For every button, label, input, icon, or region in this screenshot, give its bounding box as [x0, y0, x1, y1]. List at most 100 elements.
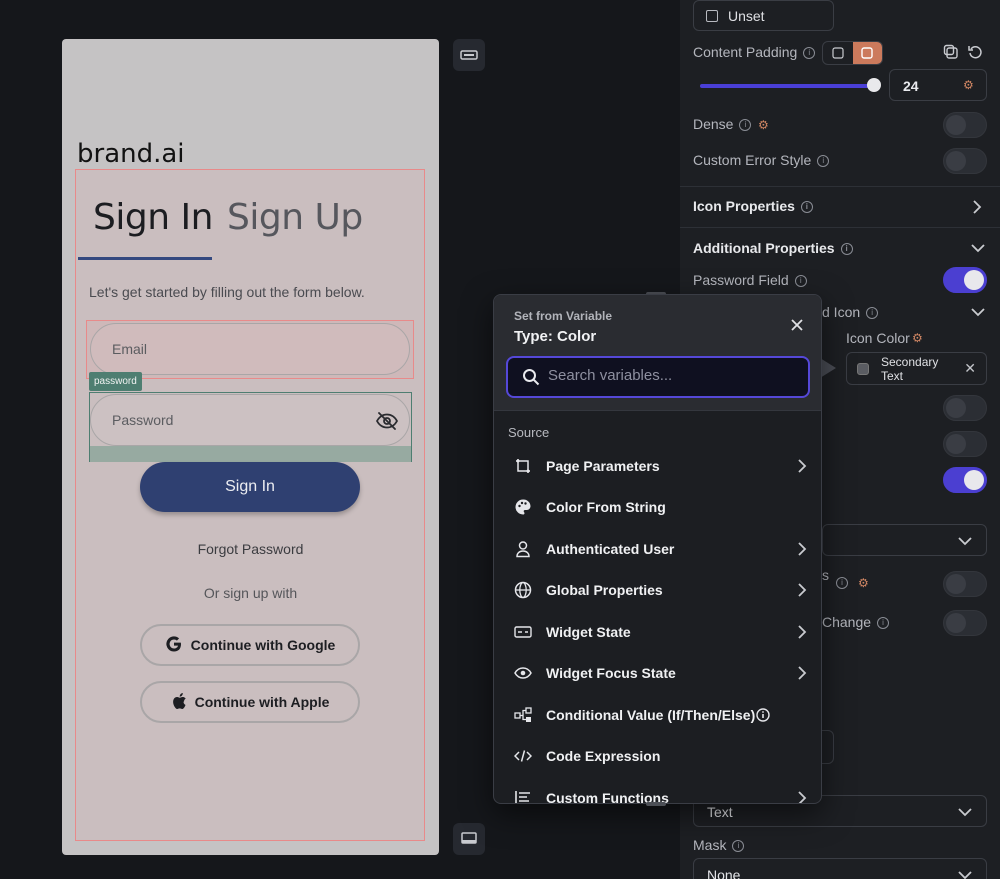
chevron-down-icon [958, 871, 972, 879]
toggle-knob [946, 434, 966, 454]
option-authenticated-user[interactable]: Authenticated User [494, 531, 821, 567]
variable-search-box[interactable] [506, 356, 810, 398]
chevron-down-icon[interactable] [970, 243, 986, 253]
option-widget-state[interactable]: Widget State [494, 614, 821, 650]
tab-sign-up[interactable]: Sign Up [227, 197, 363, 238]
chevron-down-icon[interactable] [970, 307, 986, 317]
info-icon[interactable] [756, 708, 770, 722]
google-icon [165, 635, 183, 656]
code-icon [513, 746, 533, 766]
email-placeholder: Email [112, 341, 148, 357]
info-icon[interactable]: i [817, 155, 830, 168]
partial-dropdown[interactable] [822, 524, 987, 556]
option-custom-functions[interactable]: Custom Functions [494, 780, 821, 803]
option-global-properties[interactable]: Global Properties [494, 572, 821, 608]
option-widget-focus-state[interactable]: Widget Focus State [494, 655, 821, 691]
sign-in-button[interactable]: Sign In [140, 462, 360, 512]
copy-icon[interactable] [943, 44, 959, 60]
property-toggle-4[interactable] [943, 571, 987, 597]
info-icon[interactable]: i [794, 275, 807, 288]
dense-toggle[interactable] [943, 112, 987, 138]
mask-value: None [707, 867, 741, 879]
padding-slider-track[interactable] [700, 84, 874, 88]
option-label: Page Parameters [546, 458, 660, 474]
chevron-right-icon[interactable] [972, 199, 982, 215]
content-padding-label: Content Padding i [693, 44, 816, 60]
tune-icon[interactable]: ⚙ [912, 331, 923, 345]
continue-with-apple-button[interactable]: Continue with Apple [140, 681, 360, 723]
padding-slider-handle[interactable] [867, 78, 881, 92]
property-toggle-5[interactable] [943, 610, 987, 636]
mask-dropdown[interactable]: None [693, 858, 987, 879]
info-icon[interactable]: i [840, 243, 853, 256]
partial-icon-text: d Icon [822, 304, 861, 320]
option-label: Widget State [546, 624, 631, 640]
option-conditional-value[interactable]: Conditional Value (If/Then/Else) [494, 697, 821, 733]
phone-preview: brand.ai Sign In Sign Up Let's get start… [62, 39, 439, 855]
landscape-device-icon [460, 50, 478, 60]
unset-checkbox-row[interactable]: Unset [693, 0, 834, 31]
section-divider [680, 227, 1000, 228]
option-code-expression[interactable]: Code Expression [494, 738, 821, 774]
property-toggle-1[interactable] [943, 395, 987, 421]
clear-icon[interactable]: ✕ [964, 360, 976, 377]
option-page-parameters[interactable]: Page Parameters [494, 448, 821, 484]
padding-mode-toggle[interactable] [822, 41, 883, 65]
popup-title: Type: Color [514, 328, 597, 345]
padding-uniform-option[interactable] [823, 42, 853, 64]
palette-icon [513, 497, 533, 517]
search-input[interactable] [548, 367, 798, 384]
info-icon[interactable]: i [739, 119, 752, 132]
partial-change-text: Change [822, 614, 872, 630]
icon-color-picker[interactable]: Secondary Text ✕ [846, 352, 987, 385]
toggle-knob [946, 613, 966, 633]
globe-icon [513, 580, 533, 600]
password-placeholder: Password [112, 412, 174, 428]
unset-checkbox[interactable] [706, 9, 718, 22]
option-label: Color From String [546, 499, 666, 515]
custom-error-style-label: Custom Error Style i [693, 152, 830, 168]
icon-properties-header[interactable]: Icon Properties i [693, 198, 813, 214]
info-icon[interactable]: i [803, 47, 816, 60]
info-icon[interactable]: i [800, 201, 813, 214]
keyboard-preview-button[interactable] [453, 823, 485, 855]
content-padding-text: Content Padding [693, 44, 798, 60]
or-sign-up-text: Or sign up with [203, 585, 298, 601]
email-field[interactable]: Email [90, 323, 410, 375]
toggle-knob [946, 398, 966, 418]
property-toggle-3[interactable] [943, 467, 987, 493]
eye-icon [513, 663, 533, 683]
dense-text: Dense [693, 116, 734, 132]
tune-icon[interactable]: ⚙ [758, 118, 769, 132]
padding-individual-option[interactable] [852, 42, 882, 64]
partial-icon-label: d Icon i [822, 304, 879, 320]
option-color-from-string[interactable]: Color From String [494, 489, 821, 525]
forgot-password-link[interactable]: Forgot Password [62, 541, 439, 557]
device-toggle-button[interactable] [453, 39, 485, 71]
section-divider [680, 186, 1000, 187]
resize-handle-bottom[interactable] [646, 802, 666, 806]
icon-color-value: Secondary Text [881, 355, 939, 383]
option-label: Code Expression [546, 748, 661, 764]
info-icon[interactable]: i [732, 840, 745, 853]
info-icon[interactable]: i [877, 617, 890, 630]
user-icon [513, 539, 533, 559]
toggle-knob [946, 151, 966, 171]
close-icon[interactable] [789, 317, 805, 333]
continue-with-google-button[interactable]: Continue with Google [140, 624, 360, 666]
info-icon[interactable]: i [836, 577, 848, 589]
tune-icon[interactable]: ⚙ [963, 78, 974, 92]
additional-properties-header[interactable]: Additional Properties i [693, 240, 853, 256]
info-icon[interactable]: i [866, 307, 879, 320]
password-field-toggle[interactable] [943, 267, 987, 293]
property-toggle-2[interactable] [943, 431, 987, 457]
reset-icon[interactable] [967, 44, 983, 60]
square-icon [861, 47, 873, 59]
password-field[interactable]: Password [90, 394, 410, 446]
option-label: Widget Focus State [546, 665, 676, 681]
chevron-right-icon [798, 625, 807, 639]
tab-sign-in[interactable]: Sign In [93, 197, 213, 238]
visibility-off-icon[interactable] [375, 409, 399, 433]
tune-icon[interactable]: ⚙ [858, 576, 869, 590]
custom-error-toggle[interactable] [943, 148, 987, 174]
